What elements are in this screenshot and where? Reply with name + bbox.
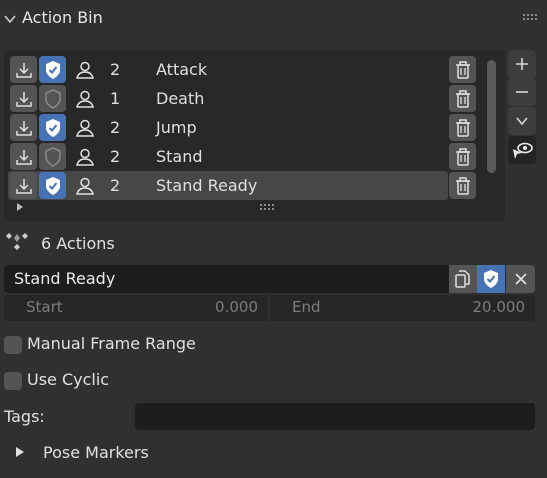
remove-action-button[interactable] <box>508 78 536 106</box>
list-scrollbar[interactable] <box>487 60 496 173</box>
users-indicator <box>71 56 98 83</box>
expand-filter-icon[interactable] <box>15 202 25 212</box>
action-name[interactable]: Attack <box>156 60 207 79</box>
use-cyclic-label: Use Cyclic <box>27 370 110 389</box>
user-icon <box>75 61 94 79</box>
plus-icon <box>516 58 528 70</box>
trash-icon <box>455 147 470 166</box>
fake-user-toggle[interactable] <box>39 114 66 141</box>
delete-action-button[interactable] <box>449 85 476 112</box>
action-list[interactable]: 2 Attack 1 Death 2 Jump 2 Stand 2 Stand Ready <box>4 50 505 221</box>
view-action-button[interactable] <box>508 136 536 164</box>
frame-end-label: End <box>292 298 321 316</box>
fake-user-toggle[interactable] <box>39 56 66 83</box>
panel-header[interactable]: Action Bin <box>0 0 547 40</box>
user-count: 2 <box>110 147 121 166</box>
trash-icon <box>455 118 470 137</box>
push-down-button[interactable] <box>10 56 37 83</box>
user-count: 2 <box>110 60 121 79</box>
shield-icon <box>44 146 61 167</box>
actions-count-label: 6 Actions <box>41 234 115 253</box>
chevron-down-icon <box>516 117 528 126</box>
list-resize-grip-icon[interactable] <box>260 204 276 212</box>
push-down-button[interactable] <box>10 172 37 199</box>
fake-user-toggle[interactable] <box>39 172 66 199</box>
tags-input[interactable] <box>135 403 535 430</box>
action-list-row[interactable]: 2 Jump <box>8 113 476 142</box>
push-down-button[interactable] <box>10 143 37 170</box>
action-name[interactable]: Stand <box>156 147 203 166</box>
action-list-row[interactable]: 2 Attack <box>8 55 476 84</box>
pose-markers-subpanel[interactable]: Pose Markers <box>43 443 149 462</box>
delete-action-button[interactable] <box>449 172 476 199</box>
manual-frame-range-checkbox[interactable] <box>4 336 22 354</box>
close-icon <box>514 273 527 285</box>
delete-action-button[interactable] <box>449 114 476 141</box>
action-name-value: Stand Ready <box>14 269 116 288</box>
shield-check-icon <box>484 270 498 288</box>
tags-label: Tags: <box>4 407 45 426</box>
drag-grip-icon[interactable] <box>523 14 539 22</box>
add-action-button[interactable] <box>508 50 536 78</box>
panel-title: Action Bin <box>22 8 103 27</box>
user-icon <box>75 177 94 195</box>
shield-icon <box>44 88 61 109</box>
expand-triangle-icon[interactable] <box>14 446 26 458</box>
delete-action-button[interactable] <box>449 56 476 83</box>
user-count: 2 <box>110 176 121 195</box>
action-name[interactable]: Jump <box>156 118 197 137</box>
fake-user-toggle[interactable] <box>477 265 505 293</box>
user-count: 2 <box>110 118 121 137</box>
frame-end-field[interactable]: End 20.000 <box>270 295 535 321</box>
download-icon <box>15 91 32 107</box>
list-menu-button[interactable] <box>508 107 536 135</box>
action-name[interactable]: Stand Ready <box>156 176 257 195</box>
fake-user-toggle[interactable] <box>39 143 66 170</box>
shield-check-icon <box>45 118 60 137</box>
trash-icon <box>455 89 470 108</box>
users-indicator <box>71 143 98 170</box>
trash-icon <box>455 176 470 195</box>
shield-check-icon <box>45 60 60 79</box>
action-keyframes-icon <box>6 233 28 250</box>
shield-check-icon <box>45 176 60 195</box>
delete-action-button[interactable] <box>449 143 476 170</box>
users-indicator <box>71 114 98 141</box>
download-icon <box>15 178 32 194</box>
manual-frame-range-label: Manual Frame Range <box>27 334 196 353</box>
frame-end-value: 20.000 <box>472 298 526 316</box>
duplicate-icon <box>455 270 470 288</box>
push-down-button[interactable] <box>10 114 37 141</box>
user-icon <box>75 119 94 137</box>
action-list-row[interactable]: 2 Stand <box>8 142 476 171</box>
user-icon <box>75 90 94 108</box>
action-name[interactable]: Death <box>156 89 204 108</box>
frame-start-value: 0.000 <box>215 298 258 316</box>
user-icon <box>75 148 94 166</box>
fake-user-toggle[interactable] <box>39 85 66 112</box>
frame-start-field[interactable]: Start 0.000 <box>4 295 268 321</box>
download-icon <box>15 120 32 136</box>
use-cyclic-checkbox[interactable] <box>4 372 22 390</box>
action-list-row[interactable]: 2 Stand Ready <box>8 171 476 200</box>
trash-icon <box>455 60 470 79</box>
chevron-down-icon <box>4 15 16 24</box>
download-icon <box>15 62 32 78</box>
user-count: 1 <box>110 89 121 108</box>
minus-icon <box>516 91 528 93</box>
action-name-field[interactable]: Stand Ready <box>4 265 449 293</box>
eye-cursor-icon <box>513 142 533 159</box>
action-list-row[interactable]: 1 Death <box>8 84 476 113</box>
users-indicator <box>71 172 98 199</box>
push-down-button[interactable] <box>10 85 37 112</box>
users-indicator <box>71 85 98 112</box>
frame-start-label: Start <box>26 298 63 316</box>
unlink-action-button[interactable] <box>506 265 535 293</box>
download-icon <box>15 149 32 165</box>
duplicate-action-button[interactable] <box>449 265 477 293</box>
